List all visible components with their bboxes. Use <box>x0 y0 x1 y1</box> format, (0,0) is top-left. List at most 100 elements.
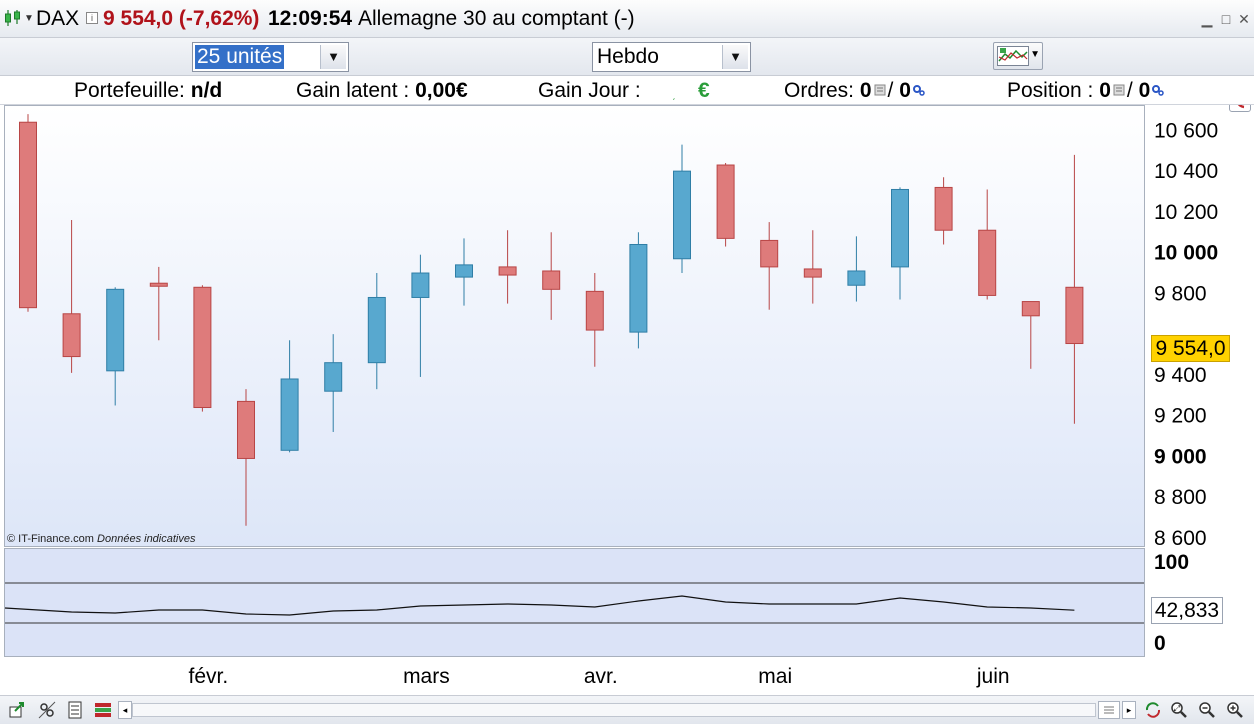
current-price-tag: 9 554,0 <box>1151 335 1230 362</box>
scroll-right-button[interactable]: ▸ <box>1122 701 1136 719</box>
day-gain-label: Gain Jour : <box>538 79 641 102</box>
export-icon[interactable] <box>8 701 26 719</box>
candle-body[interactable] <box>585 290 604 331</box>
zoom-in-icon[interactable] <box>1226 701 1244 719</box>
quantity-value: 25 unités <box>195 45 285 69</box>
candle-body[interactable] <box>62 313 81 358</box>
indicator-value-tag: 42,833 <box>1151 597 1223 624</box>
title-bar: ▼ DAX i 9 554,0 (-7,62%) 12:09:54 Allema… <box>0 0 1254 38</box>
candle-body[interactable] <box>367 296 386 364</box>
position-label: Position : <box>1007 79 1094 102</box>
latent-gain-value: 0,00€ <box>415 79 468 102</box>
latent-gain-stat: Gain latent : 0,00€ <box>296 79 468 103</box>
toolbar: 25 unités ▼ Hebdo ▼ ▼ <box>0 38 1254 112</box>
candle-body[interactable] <box>1065 286 1084 345</box>
maximize-icon[interactable]: □ <box>1219 11 1233 27</box>
candle-body[interactable] <box>760 239 779 268</box>
portfolio-stats: Portefeuille: n/d Gain latent : 0,00€ Ga… <box>0 76 1254 105</box>
status-bar: ◂ ▸ ⤢ <box>0 695 1254 724</box>
quantity-select[interactable]: 25 unités ▼ <box>192 42 349 72</box>
indicator-scale-min: 0 <box>1154 632 1166 655</box>
position-list-icon[interactable] <box>1113 84 1125 96</box>
period-value: Hebdo <box>597 45 659 68</box>
scroll-thumb[interactable] <box>1098 701 1120 719</box>
tick-icon: ˏ <box>672 90 676 101</box>
candle-body[interactable] <box>847 270 866 286</box>
quote-time: 12:09:54 <box>268 7 353 30</box>
period-select[interactable]: Hebdo ▼ <box>592 42 751 72</box>
candle-body[interactable] <box>629 243 648 333</box>
x-axis-label: févr. <box>188 665 229 688</box>
candlestick-icon[interactable] <box>4 8 22 28</box>
candle-body[interactable] <box>237 400 255 459</box>
zoom-fit-icon[interactable]: ⤢ <box>1170 701 1188 719</box>
day-gain-value: € <box>698 79 710 102</box>
candle-body[interactable] <box>411 272 430 298</box>
candle-body[interactable] <box>1021 301 1040 317</box>
position-separator: / <box>1126 79 1133 102</box>
candle-body[interactable] <box>716 164 735 239</box>
latent-gain-label: Gain latent : <box>296 79 410 102</box>
price-change: 9 554,0 (-7,62%) <box>103 7 260 30</box>
chevron-down-icon[interactable]: ▼ <box>1030 49 1040 60</box>
candle-body[interactable] <box>149 282 168 287</box>
indicators-icon[interactable] <box>94 701 112 719</box>
chevron-down-icon[interactable]: ▼ <box>722 45 748 69</box>
chart-tools-button[interactable]: ▼ <box>993 42 1043 70</box>
candle-body[interactable] <box>280 378 299 451</box>
x-axis-label: juin <box>976 665 1010 688</box>
info-icon[interactable]: i <box>86 12 98 24</box>
chart-area: 8 600 8 800 9 000 9 200 9 400 9 800 10 000 10 2… <box>4 105 1230 695</box>
candle-body[interactable] <box>193 286 212 409</box>
close-icon[interactable]: ✕ <box>1237 11 1251 28</box>
y-tick-label: 8 800 <box>1154 486 1207 509</box>
orders-value: 0 <box>859 79 872 102</box>
portfolio-stat: Portefeuille: n/d <box>74 79 222 103</box>
watermark-note: Données indicatives <box>97 533 196 545</box>
position-value: 0 <box>1099 79 1111 102</box>
minimize-icon[interactable]: ▁ <box>1200 11 1214 28</box>
position-value-2: 0 <box>1138 79 1151 102</box>
y-tick-label: 10 200 <box>1154 201 1218 224</box>
candlestick-chart[interactable]: 8 600 8 800 9 000 9 200 9 400 9 800 10 000 10 2… <box>4 105 1230 547</box>
instrument-name: Allemagne 30 au comptant (-) <box>358 7 635 30</box>
x-axis-label: mars <box>403 665 450 688</box>
indicator-scale-max: 100 <box>1154 551 1189 574</box>
order-list-icon[interactable] <box>874 84 886 96</box>
candle-body[interactable] <box>934 186 953 231</box>
svg-text:⤢: ⤢ <box>1173 704 1180 713</box>
candle-body[interactable] <box>978 229 997 296</box>
candle-body[interactable] <box>324 362 343 392</box>
symbol-menu-caret-icon[interactable]: ▼ <box>24 13 34 24</box>
orders-separator: / <box>887 79 894 102</box>
chart-tools-icon <box>997 46 1029 66</box>
x-axis-label: avr. <box>583 665 618 688</box>
gears-icon[interactable] <box>912 84 925 96</box>
symbol-label[interactable]: DAX <box>36 7 79 31</box>
horizontal-scrollbar[interactable] <box>132 703 1096 717</box>
grip-icon <box>1104 706 1114 714</box>
scroll-left-button[interactable]: ◂ <box>118 701 132 719</box>
gears-icon[interactable] <box>1152 84 1165 96</box>
candle-body[interactable] <box>19 121 37 309</box>
candle-body[interactable] <box>106 288 125 372</box>
portfolio-value: n/d <box>190 79 223 102</box>
candle-body[interactable] <box>891 188 909 268</box>
indicator-plot-area <box>4 548 1145 657</box>
watermark-source: © IT-Finance.com <box>7 533 94 545</box>
settings-icon[interactable] <box>38 701 56 719</box>
chevron-down-icon[interactable]: ▼ <box>320 45 346 69</box>
y-tick-label: 9 000 <box>1154 445 1207 468</box>
watermark: © IT-Finance.com Données indicatives <box>7 533 195 545</box>
candle-body[interactable] <box>803 268 822 278</box>
candle-body[interactable] <box>673 170 691 260</box>
candle-body[interactable] <box>455 264 473 278</box>
refresh-icon[interactable] <box>1144 701 1162 719</box>
zoom-out-icon[interactable] <box>1198 701 1216 719</box>
portfolio-label: Portefeuille: <box>74 79 185 102</box>
candle-body[interactable] <box>542 270 561 290</box>
document-icon[interactable] <box>66 701 84 719</box>
y-tick-label: 9 400 <box>1154 364 1207 387</box>
indicator-chart[interactable]: 100 0 <box>4 547 1230 659</box>
candle-body[interactable] <box>498 266 517 276</box>
